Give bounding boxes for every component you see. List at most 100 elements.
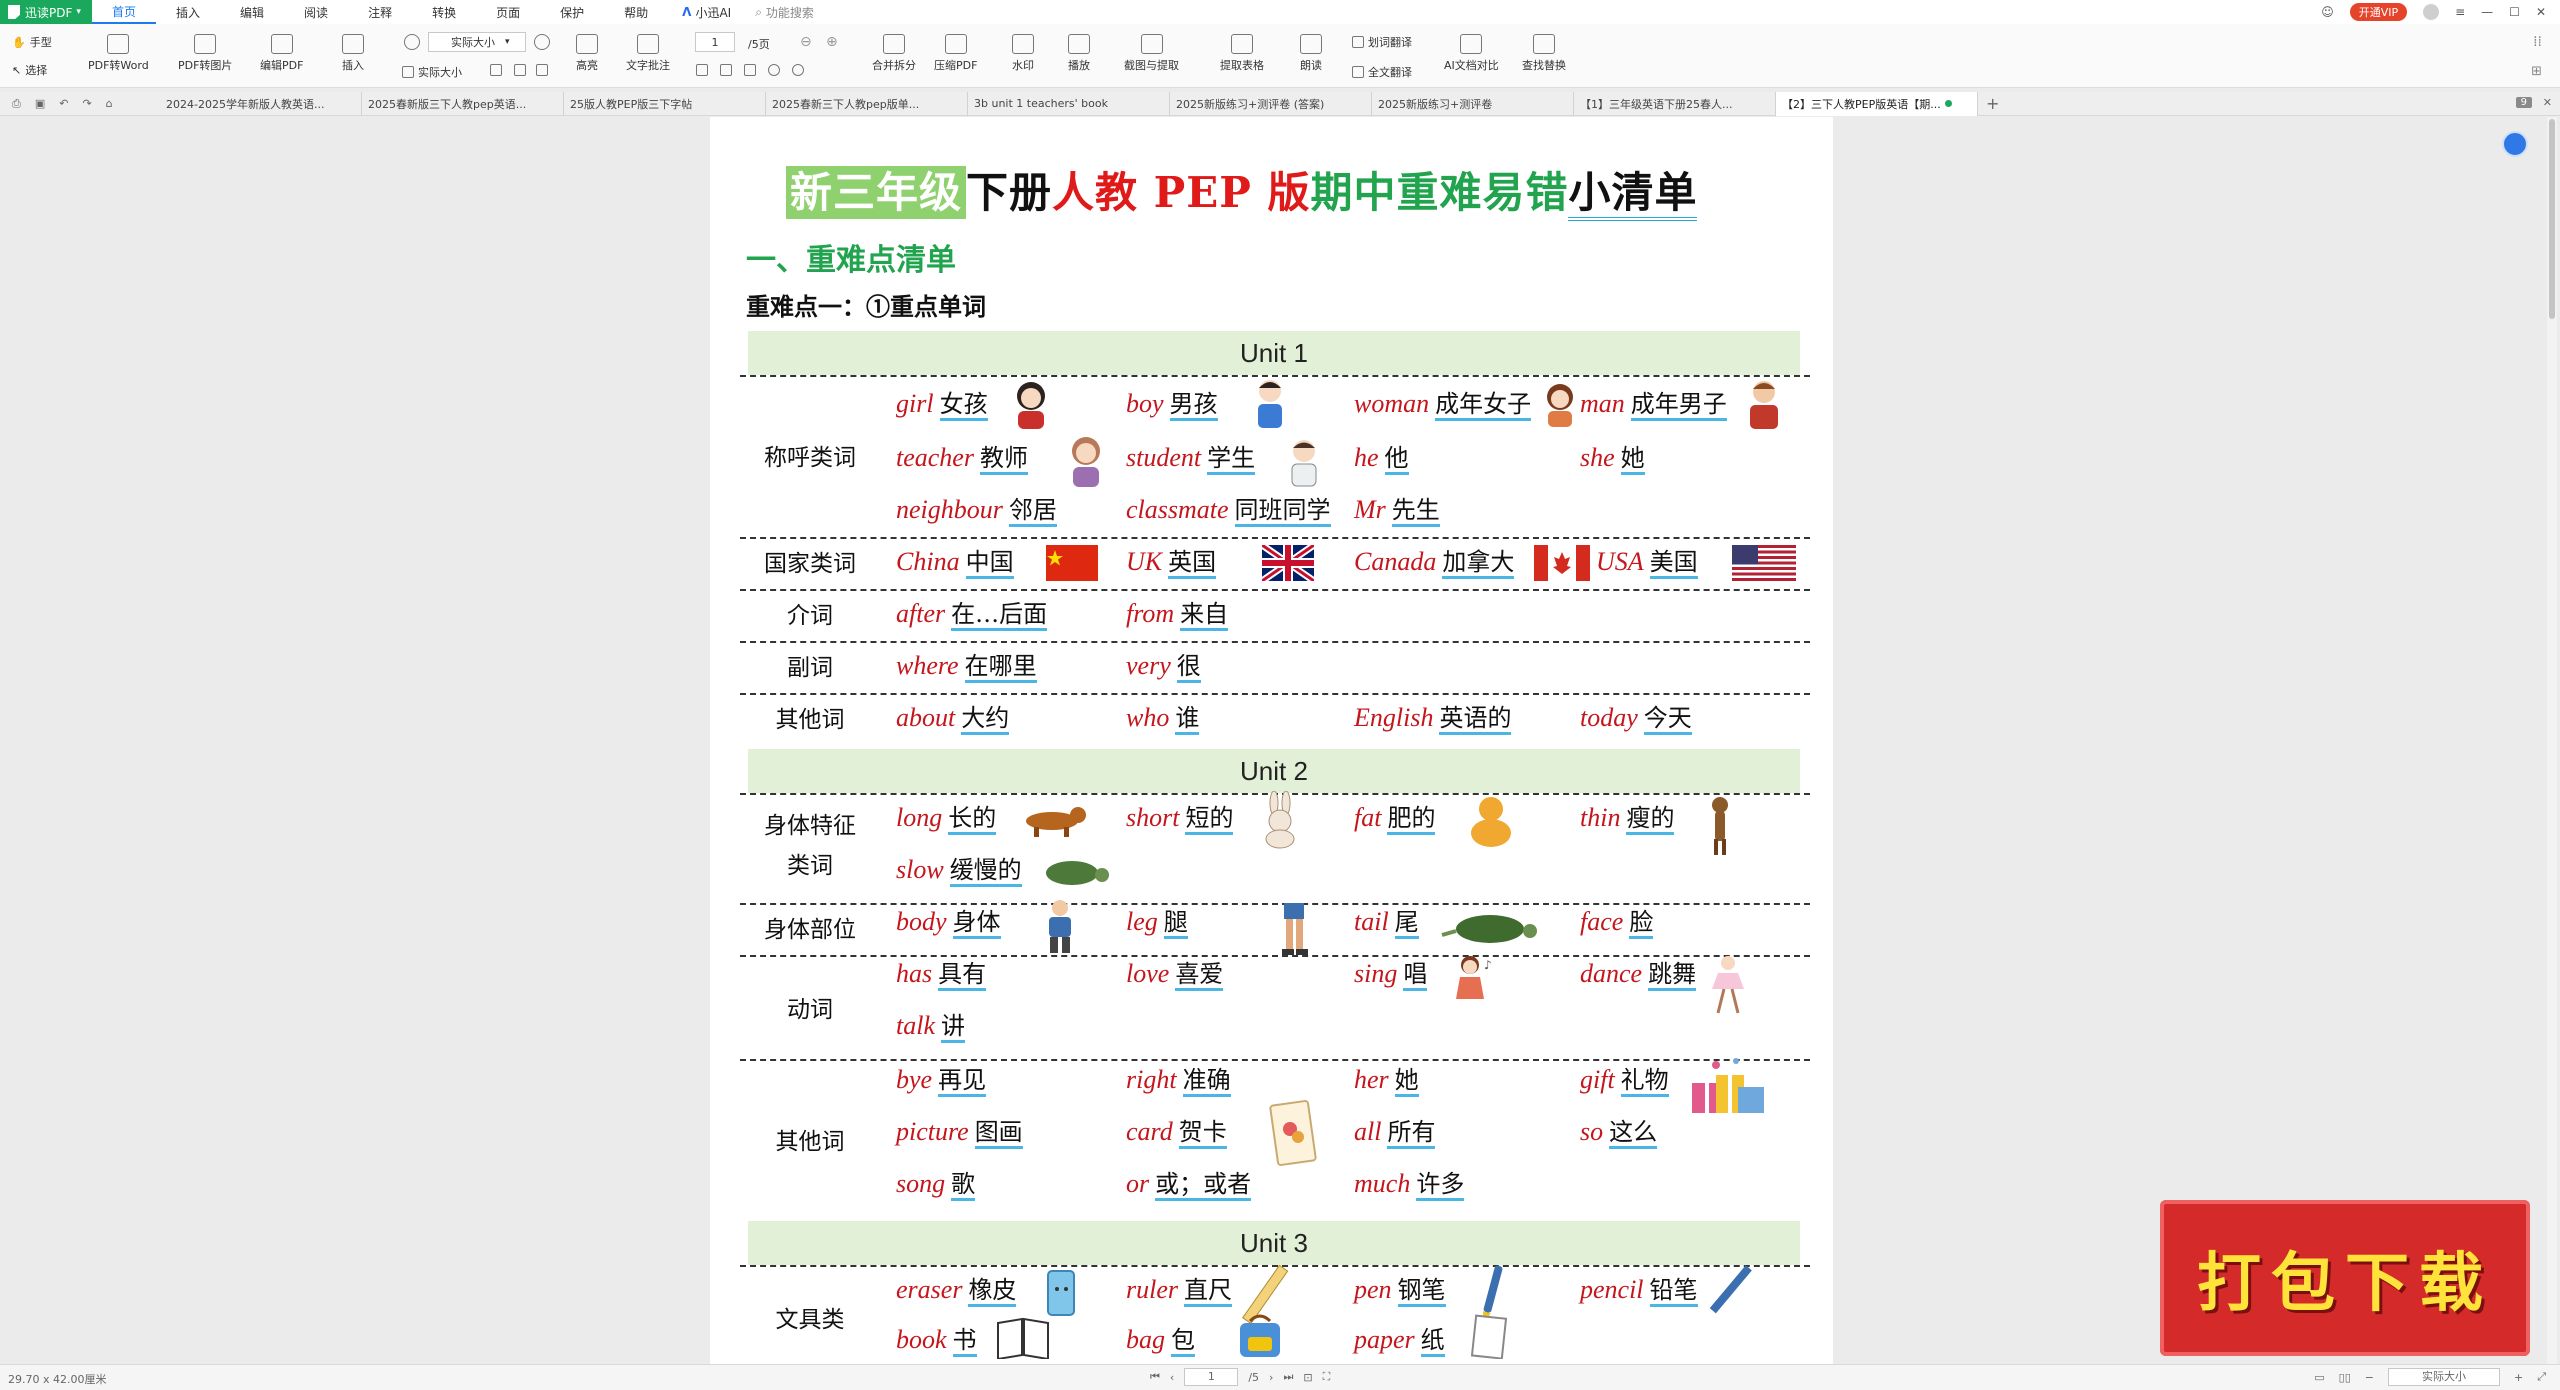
word-zh: 图画 xyxy=(974,1118,1023,1149)
message-icon[interactable]: ☺ xyxy=(2321,5,2334,19)
last-page-icon[interactable]: ⏭ xyxy=(1283,1370,1293,1384)
menu-annotate[interactable]: 注释 xyxy=(348,0,412,24)
ai-compare-button[interactable]: AI文档对比 xyxy=(1444,34,1499,73)
play-button[interactable]: 播放 xyxy=(1068,34,1090,73)
redo-icon[interactable]: ↷ xyxy=(82,97,91,110)
document-viewport[interactable]: 新三年级下册人教 PEP 版期中重难易错小清单 一、重难点清单 重难点一：①重点… xyxy=(0,117,2560,1364)
hand-tool-button[interactable]: ✋ 手型 xyxy=(12,34,52,50)
tab-document-6[interactable]: 2025新版练习+测评卷 (答案) xyxy=(1170,91,1372,116)
next-page-icon[interactable]: ⊕ xyxy=(826,34,838,50)
pdf-reader-window: 迅读PDF ▾ 首页 插入 编辑 阅读 注释 转换 页面 保护 帮助 Λ 小迅A… xyxy=(0,0,2560,1390)
compress-pdf-button[interactable]: 压缩PDF xyxy=(934,34,977,73)
layout-icon[interactable]: ⊞ xyxy=(2531,64,2542,79)
double-page-view-icon[interactable]: ▯▯ xyxy=(2339,1371,2351,1384)
add-tab-icon[interactable]: + xyxy=(1986,94,1999,113)
menu-edit[interactable]: 编辑 xyxy=(220,0,284,24)
avatar[interactable] xyxy=(2423,4,2440,20)
menu-protect[interactable]: 保护 xyxy=(540,0,604,24)
text-comment-button[interactable]: 文字批注 xyxy=(626,34,670,73)
tab-document-7[interactable]: 2025新版练习+测评卷 xyxy=(1372,91,1574,116)
rotate-right-icon[interactable] xyxy=(792,64,804,76)
tab-document-3[interactable]: 25版人教PEP版三下字帖 xyxy=(564,91,766,116)
next-page-icon[interactable]: › xyxy=(1269,1371,1273,1384)
menu-home[interactable]: 首页 xyxy=(92,0,157,24)
print-icon[interactable]: ⎙ xyxy=(12,97,21,111)
pdf-to-word-button[interactable]: PDF转Word xyxy=(88,34,149,73)
actual-size-button[interactable]: 实际大小 xyxy=(402,64,462,80)
zoom-in-icon[interactable]: + xyxy=(2514,1371,2523,1384)
read-aloud-button[interactable]: 朗读 xyxy=(1300,34,1322,73)
tab-document-8[interactable]: 【1】三年级英语下册25春人... xyxy=(1574,91,1776,116)
tab-document-1[interactable]: 2024-2025学年新版人教英语... xyxy=(160,91,362,116)
page-number-input[interactable]: 1 xyxy=(695,32,735,52)
zoom-out-icon[interactable]: − xyxy=(2365,1371,2374,1384)
app-menu-button[interactable]: 迅读PDF ▾ xyxy=(0,0,92,24)
menu-insert[interactable]: 插入 xyxy=(156,0,220,24)
word-en: student xyxy=(1126,443,1202,472)
fit-screen-icon[interactable]: ⤢ xyxy=(2537,1370,2546,1384)
zoom-select[interactable]: 实际大小 ▾ xyxy=(428,32,526,52)
vip-button[interactable]: 开通VIP xyxy=(2349,3,2408,21)
fit-page-icon[interactable] xyxy=(514,64,526,76)
prev-page-icon[interactable]: ‹ xyxy=(1170,1371,1174,1384)
rotate-left-icon[interactable] xyxy=(768,64,780,76)
tab-document-4[interactable]: 2025春新三下人教pep版单... xyxy=(766,91,968,116)
insert-button[interactable]: 插入 xyxy=(342,34,364,73)
vertical-scrollbar[interactable] xyxy=(2547,117,2557,1364)
menu-read[interactable]: 阅读 xyxy=(284,0,348,24)
full-translate-button[interactable]: 全文翻译 xyxy=(1352,64,1412,80)
minimize-icon[interactable]: — xyxy=(2481,5,2493,19)
extract-table-button[interactable]: 提取表格 xyxy=(1220,34,1264,73)
fullscreen-icon[interactable]: ⛶ xyxy=(1323,1370,1331,1384)
maximize-icon[interactable]: ☐ xyxy=(2509,5,2520,19)
first-page-icon[interactable]: ⏮ xyxy=(1150,1370,1160,1384)
menu-help[interactable]: 帮助 xyxy=(604,0,668,24)
feature-search[interactable]: ⌕ 功能搜索 xyxy=(745,4,824,21)
select-tool-button[interactable]: ↖ 选择 xyxy=(12,62,47,78)
select-tool-label: 选择 xyxy=(25,64,48,77)
prev-page-icon[interactable]: ⊖ xyxy=(800,34,812,50)
pdf-to-image-button[interactable]: PDF转图片 xyxy=(178,34,232,73)
menu-page[interactable]: 页面 xyxy=(476,0,540,24)
scrollbar-thumb[interactable] xyxy=(2549,119,2555,319)
status-zoom-select[interactable]: 实际大小 xyxy=(2387,1368,2500,1386)
menu-convert[interactable]: 转换 xyxy=(412,0,476,24)
continuous-icon[interactable] xyxy=(744,64,756,76)
fit-width-icon[interactable] xyxy=(490,64,502,76)
text-mode-icon[interactable] xyxy=(536,64,548,76)
status-page-input[interactable]: 1 xyxy=(1184,1368,1239,1386)
zoom-out-icon[interactable] xyxy=(404,34,420,50)
download-package-banner[interactable]: 打包下载 xyxy=(2160,1200,2530,1356)
single-page-view-icon[interactable]: ▭ xyxy=(2314,1371,2324,1384)
merge-split-button[interactable]: 合并拆分 xyxy=(872,34,916,73)
close-icon[interactable]: ✕ xyxy=(2536,5,2546,19)
screenshot-extract-button[interactable]: 截图与提取 xyxy=(1124,34,1179,73)
assistant-float-button[interactable] xyxy=(2502,131,2528,157)
hamburger-icon[interactable]: ≡ xyxy=(2455,5,2465,19)
save-icon[interactable]: ▣ xyxy=(35,97,45,110)
close-icon[interactable]: ✕ xyxy=(2543,96,2552,109)
tab-document-5[interactable]: 3b unit 1 teachers' book xyxy=(968,91,1170,116)
find-replace-button[interactable]: 查找替换 xyxy=(1522,34,1566,73)
watermark-button[interactable]: 水印 xyxy=(1012,34,1034,73)
single-page-icon[interactable] xyxy=(696,64,708,76)
tab-count-badge[interactable]: 9 xyxy=(2515,97,2532,108)
grid-icon[interactable]: ⁞⁞ xyxy=(2533,34,2542,50)
word-translate-button[interactable]: 划词翻译 xyxy=(1352,34,1412,50)
word-so: so 这么 xyxy=(1580,1115,1658,1149)
menu-ai-assistant[interactable]: Λ 小迅AI xyxy=(668,0,745,24)
tab-document-2[interactable]: 2025春新版三下人教pep英语... xyxy=(362,91,564,116)
word-en: today xyxy=(1580,703,1638,732)
highlight-button[interactable]: 高亮 xyxy=(576,34,598,73)
thin-dog-illustration xyxy=(1712,797,1728,855)
zoom-in-icon[interactable] xyxy=(534,34,550,50)
undo-icon[interactable]: ↶ xyxy=(59,97,68,110)
word-talk: talk 讲 xyxy=(896,1009,965,1043)
edit-pdf-button[interactable]: 编辑PDF xyxy=(260,34,303,73)
double-page-icon[interactable] xyxy=(720,64,732,76)
tab-document-active[interactable]: 【2】三下人教PEP版英语【期... xyxy=(1776,91,1978,116)
title-part-list: 小清单 xyxy=(1568,168,1698,221)
view-mode-icon[interactable]: ⊡ xyxy=(1303,1371,1312,1384)
pencil-illustration xyxy=(1709,1265,1752,1314)
home-icon[interactable]: ⌂ xyxy=(106,97,113,110)
